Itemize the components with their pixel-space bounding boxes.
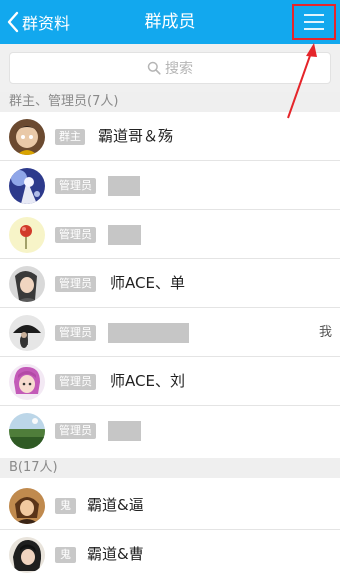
section-header-admins: 群主、管理员(7人) [0,92,340,112]
chevron-left-icon [7,11,19,33]
role-badge: 管理员 [55,276,96,292]
member-row[interactable]: 管理员 [0,161,340,210]
redacted-name [108,176,140,196]
menu-icon [304,14,324,30]
redacted-name [108,421,141,441]
menu-button[interactable] [292,4,336,40]
member-name: 霸道&曹 [87,545,144,563]
avatar[interactable] [9,168,45,204]
title-bar: 群资料 群成员 [0,0,340,44]
self-label: 我 [318,325,332,340]
search-input[interactable]: 搜索 [9,52,331,84]
avatar[interactable] [9,119,45,155]
role-badge: 鬼 [55,498,76,514]
member-row[interactable]: 管理员 [0,210,340,259]
member-row[interactable]: 鬼 霸道&曹 [0,530,340,585]
redacted-name [108,323,189,343]
role-badge: 管理员 [55,227,96,243]
avatar[interactable] [9,488,45,524]
back-button[interactable]: 群资料 [6,6,70,38]
member-row[interactable]: 管理员 师ACE、单 [0,259,340,308]
member-row[interactable]: 管理员 师ACE、刘 [0,357,340,406]
avatar[interactable] [9,413,45,449]
search-icon [147,61,161,75]
avatar[interactable] [9,537,45,573]
role-badge: 群主 [55,129,85,145]
member-name: 师ACE、刘 [110,372,185,390]
role-badge: 管理员 [55,374,96,390]
role-badge: 鬼 [55,547,76,563]
role-badge: 管理员 [55,423,96,439]
member-name: 师ACE、单 [110,274,185,292]
avatar[interactable] [9,364,45,400]
member-name: 霸道&逼 [87,496,144,514]
role-badge: 管理员 [55,325,96,341]
member-row[interactable]: 管理员 [0,406,340,454]
avatar[interactable] [9,266,45,302]
avatar[interactable] [9,217,45,253]
redacted-name [108,225,141,245]
member-row[interactable]: 管理员 我 [0,308,340,357]
section-header-b: B(17人) [0,458,340,478]
member-row[interactable]: 群主 霸道哥＆殇 [0,112,340,161]
role-badge: 管理员 [55,178,96,194]
search-placeholder: 搜索 [165,61,193,77]
search-bar-container: 搜索 [0,44,340,92]
member-name: 霸道哥＆殇 [98,127,174,145]
member-row[interactable]: 鬼 霸道&逼 [0,481,340,530]
back-label: 群资料 [22,14,71,33]
avatar[interactable] [9,315,45,351]
